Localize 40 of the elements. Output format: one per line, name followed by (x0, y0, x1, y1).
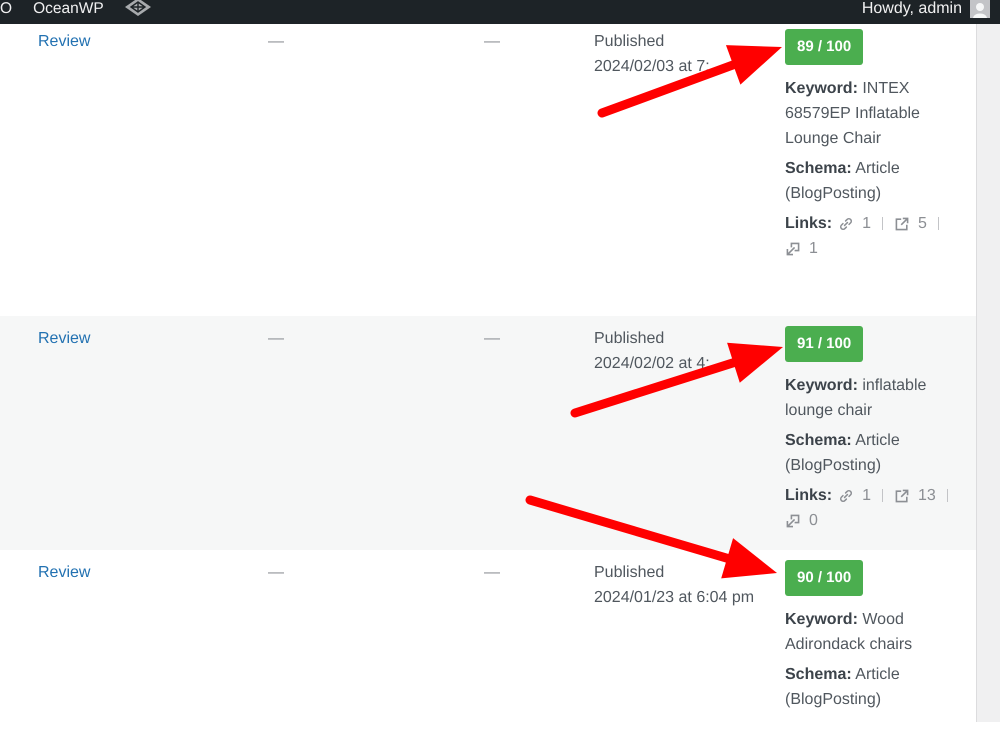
score-badge: 90 / 100 (785, 560, 864, 596)
link-count: 1 (862, 214, 872, 234)
admin-menu-item[interactable]: OceanWP (33, 0, 104, 17)
table-cell: — (268, 330, 284, 347)
schema-type: Schema: Article (BlogPosting) (785, 665, 901, 710)
focus-keyword: Keyword: Wood Adirondack chairs (785, 610, 914, 655)
link-icon (838, 216, 854, 232)
table-link[interactable]: Review (38, 330, 90, 347)
account-greeting[interactable]: Howdy, admin (862, 0, 962, 17)
link-count: 13 (918, 486, 936, 506)
table-link[interactable]: Review (38, 564, 90, 581)
links-label: Links: (785, 486, 832, 506)
links-label: Links: (785, 214, 832, 234)
table-cell: — (268, 564, 284, 581)
link-count: 1 (862, 486, 872, 506)
table-cell: — (484, 330, 500, 347)
table-link[interactable]: Review (38, 33, 90, 50)
post-status: Published (594, 563, 666, 583)
score-badge: 89 / 100 (785, 29, 864, 65)
diamond-icon[interactable] (124, 0, 151, 16)
external-link-icon (894, 488, 910, 504)
table-cell: — (484, 33, 500, 50)
post-date: 2024/01/23 at 6:04 pm (594, 588, 756, 608)
post-status: Published (594, 329, 666, 349)
focus-keyword: Keyword: inflatable lounge chair (785, 376, 928, 421)
schema-type: Schema: Article (BlogPosting) (785, 159, 901, 204)
admin-menu-item[interactable]: O (0, 0, 12, 17)
link-count: 0 (809, 511, 818, 531)
link-count: 5 (918, 214, 927, 234)
arrow-box-icon (785, 240, 801, 256)
focus-keyword: Keyword: INTEX 68579EP Inflatable Lounge Chair (785, 79, 921, 149)
table-cell: — (484, 564, 500, 581)
arrow-box-icon (785, 512, 801, 528)
post-status: Published (594, 32, 666, 52)
score-badge: 91 / 100 (785, 326, 864, 362)
link-icon (838, 488, 854, 504)
table-cell: — (268, 33, 284, 50)
schema-type: Schema: Article (BlogPosting) (785, 431, 901, 476)
link-count: 1 (809, 239, 818, 259)
external-link-icon (894, 216, 910, 232)
